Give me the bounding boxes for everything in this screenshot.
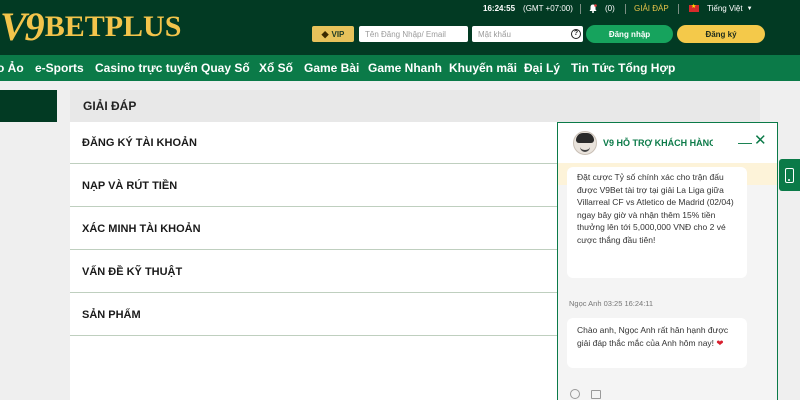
minimize-icon[interactable]: —	[738, 135, 752, 149]
nav-item-agents[interactable]: Đại Lý	[524, 55, 560, 81]
mobile-app-tab[interactable]	[779, 159, 800, 191]
language-label: Tiếng Việt	[707, 4, 743, 13]
chat-toolbar	[558, 385, 777, 400]
clock-time: 16:24:55	[483, 4, 516, 13]
nav-item-casino[interactable]: Casino trực tuyến	[95, 55, 198, 81]
chat-message: Đặt cược Tỷ số chính xác cho trận đấu đư…	[567, 167, 747, 278]
help-icon[interactable]: ?	[571, 29, 581, 39]
nav-item-card-games[interactable]: Game Bài	[304, 55, 359, 81]
logo-mark: V9	[0, 4, 45, 49]
chat-title: V9 HỖ TRỢ KHÁCH HÀNG	[603, 138, 713, 148]
support-chat-widget: V9 HỖ TRỢ KHÁCH HÀNG — ✕ 🔈︎ Đặt cược Tỷ …	[557, 122, 778, 400]
phone-icon	[785, 167, 794, 183]
sidebar-active-block	[0, 90, 57, 122]
username-input[interactable]	[359, 26, 468, 42]
emoji-icon[interactable]	[570, 389, 580, 399]
vietnam-flag-icon	[689, 3, 699, 12]
divider	[580, 4, 581, 14]
clock: 16:24:55 (GMT +07:00)	[483, 0, 573, 17]
language-selector[interactable]: Tiếng Việt ▼	[689, 0, 753, 17]
clock-timezone: (GMT +07:00)	[523, 4, 573, 13]
login-button[interactable]: Đăng nhập	[586, 25, 673, 43]
nav-item-promotions[interactable]: Khuyến mãi	[449, 55, 517, 81]
password-input[interactable]	[472, 26, 583, 42]
site-header: V9 BETPLUS 16:24:55 (GMT +07:00) (0) GIẢ…	[0, 0, 800, 55]
nav-item-news[interactable]: Tin Tức Tổng Hợp	[571, 55, 675, 81]
page-title: GIẢI ĐÁP	[70, 90, 760, 122]
heart-icon: ❤	[716, 337, 724, 348]
bell-icon[interactable]	[589, 0, 597, 17]
vip-button[interactable]: ◆ VIP	[312, 26, 354, 42]
diamond-icon: ◆	[321, 28, 329, 39]
logo-text: BETPLUS	[44, 10, 182, 43]
divider	[678, 4, 679, 14]
close-icon[interactable]: ✕	[754, 133, 767, 148]
vip-label: VIP	[331, 29, 345, 39]
chat-sender-meta: Ngọc Anh 03:25 16:24:11	[569, 299, 654, 308]
site-logo[interactable]: V9 BETPLUS	[0, 7, 181, 47]
chat-message-text: Đặt cược Tỷ số chính xác cho trận đấu đư…	[577, 172, 734, 245]
avatar	[573, 131, 597, 155]
nav-item-quick-games[interactable]: Game Nhanh	[368, 55, 442, 81]
notification-count: (0)	[605, 4, 615, 13]
nav-item-virtual[interactable]: o Ảo	[0, 55, 24, 81]
chat-header: V9 HỖ TRỢ KHÁCH HÀNG — ✕	[558, 123, 777, 163]
register-button[interactable]: Đăng ký	[677, 25, 765, 43]
support-link[interactable]: GIẢI ĐÁP	[634, 0, 669, 17]
divider	[625, 4, 626, 14]
chevron-down-icon: ▼	[746, 5, 753, 12]
chat-message-text: Chào anh, Ngọc Anh rất hân hạnh được giả…	[577, 325, 729, 348]
attachment-icon[interactable]	[591, 390, 601, 399]
nav-item-esports[interactable]: e-Sports	[35, 55, 84, 81]
chat-message: Chào anh, Ngọc Anh rất hân hạnh được giả…	[567, 318, 747, 368]
nav-item-lottery[interactable]: Xổ Số	[259, 55, 293, 81]
nav-item-lottery-draw[interactable]: Quay Số	[201, 55, 250, 81]
main-nav: o Ảo e-Sports Casino trực tuyến Quay Số …	[0, 55, 800, 81]
